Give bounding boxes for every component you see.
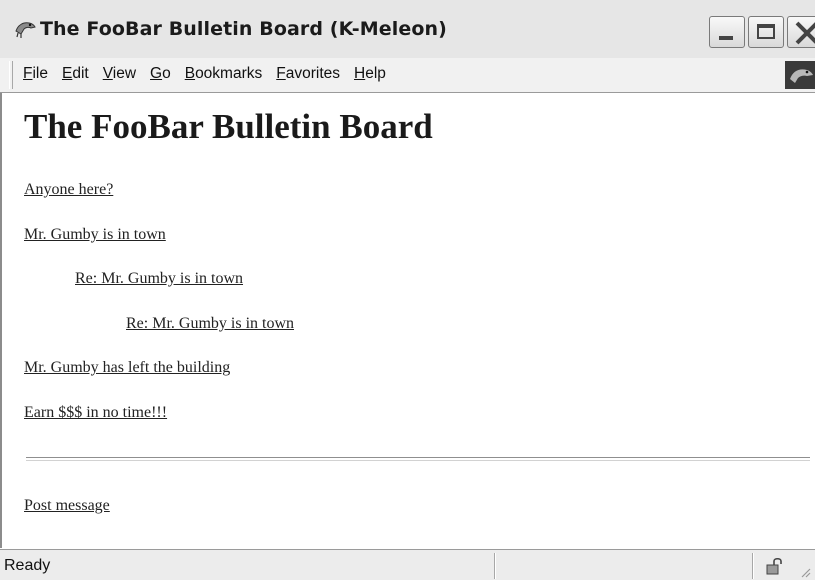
- post-link[interactable]: Mr. Gumby is in town: [24, 226, 166, 244]
- status-bar: Ready: [0, 549, 815, 580]
- menu-label: ile: [32, 65, 48, 82]
- menu-items: File Edit View Go Bookmarks Favorites Help: [23, 65, 400, 83]
- menu-item[interactable]: Go: [150, 65, 171, 83]
- post-message-link[interactable]: Post message: [24, 497, 110, 515]
- menu-accelerator: B: [184, 65, 196, 82]
- menu-item[interactable]: File: [23, 65, 48, 83]
- horizontal-rule: [26, 457, 810, 461]
- menu-label: o: [162, 65, 171, 82]
- post-link[interactable]: Anyone here?: [24, 181, 113, 199]
- menu-label: iew: [112, 65, 137, 82]
- reply-link[interactable]: Re: Mr. Gumby is in town: [75, 270, 243, 288]
- menu-item[interactable]: Favorites: [276, 65, 340, 83]
- browser-window: The FooBar Bulletin Board (K-Meleon) Fil…: [0, 0, 815, 580]
- menu-label: avorites: [285, 65, 340, 82]
- menu-accelerator: G: [150, 65, 163, 82]
- menu-item[interactable]: View: [103, 65, 136, 83]
- resize-grip-icon[interactable]: [799, 566, 811, 578]
- status-text: Ready: [4, 557, 51, 574]
- close-icon: [795, 21, 815, 45]
- menu-accelerator: H: [354, 65, 366, 82]
- menu-item[interactable]: Help: [354, 65, 386, 83]
- post-link[interactable]: Earn $$$ in no time!!!: [24, 404, 167, 422]
- title-bar[interactable]: The FooBar Bulletin Board (K-Meleon): [0, 0, 815, 59]
- status-divider: [494, 553, 496, 579]
- page-content: The FooBar Bulletin Board Anyone here? M…: [0, 93, 815, 548]
- post-link[interactable]: Mr. Gumby has left the building: [24, 359, 230, 377]
- menu-item[interactable]: Edit: [62, 65, 89, 83]
- menu-label: dit: [72, 65, 89, 82]
- toolbar-grip[interactable]: [9, 61, 13, 89]
- reply-link[interactable]: Re: Mr. Gumby is in town: [126, 315, 294, 333]
- kmeleon-lizard-icon: [15, 22, 36, 38]
- menu-accelerator: V: [102, 65, 113, 82]
- close-button[interactable]: [787, 16, 815, 48]
- menu-label: ookmarks: [195, 65, 263, 82]
- unlocked-padlock-icon[interactable]: [765, 556, 785, 576]
- menu-accelerator: E: [61, 65, 73, 82]
- minimize-button[interactable]: [709, 16, 745, 48]
- maximize-button[interactable]: [748, 16, 784, 48]
- menu-bar: File Edit View Go Bookmarks Favorites Help: [0, 58, 815, 93]
- menu-label: elp: [365, 65, 386, 82]
- menu-item[interactable]: Bookmarks: [185, 65, 263, 83]
- window-title: The FooBar Bulletin Board (K-Meleon): [40, 18, 447, 40]
- page-heading: The FooBar Bulletin Board: [24, 107, 433, 146]
- kmeleon-throbber-icon[interactable]: [785, 61, 815, 89]
- menu-accelerator: F: [276, 65, 286, 82]
- status-divider: [752, 553, 754, 579]
